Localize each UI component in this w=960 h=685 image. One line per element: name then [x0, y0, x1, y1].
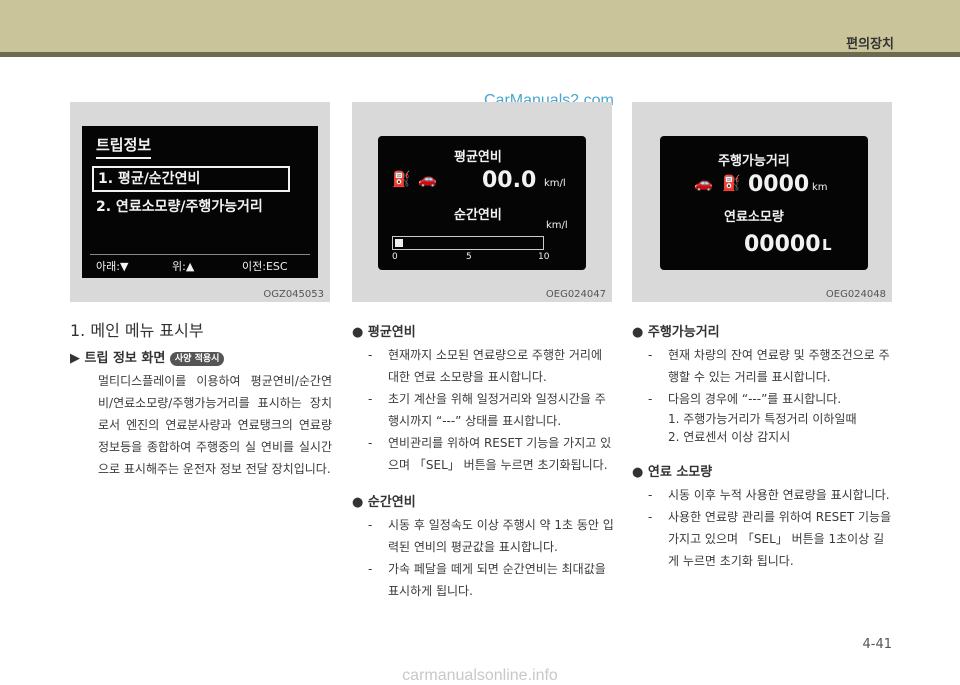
list-item: - 초기 계산을 위해 일정거리와 일정시간을 주행시까지 “---” 상태를 표…	[352, 388, 614, 432]
trip-menu-title: 트립정보	[96, 134, 152, 159]
sub-heading: ▶ 트립 정보 화면 사양 적용시	[70, 348, 332, 370]
list-item: - 시동 이후 누적 사용한 연료량을 표시합니다.	[632, 484, 894, 506]
left-column: 1. 메인 메뉴 표시부 ▶ 트립 정보 화면 사양 적용시 멀티디스플레이를 …	[70, 320, 332, 480]
range-value: 0000	[748, 172, 810, 197]
dash-mark: -	[368, 562, 373, 576]
avg-label: 평균연비	[454, 150, 502, 165]
inst-unit: km/l	[546, 220, 568, 231]
scale-10: 10	[538, 252, 550, 262]
main-heading: 1. 메인 메뉴 표시부	[70, 321, 204, 340]
list-item: - 가속 페달을 떼게 되면 순간연비는 최대값을 표시하게 됩니다.	[352, 558, 614, 602]
sub-list-item: 2. 연료센서 이상 감지시	[668, 430, 791, 444]
avg-unit: km/l	[544, 178, 566, 189]
footer-watermark: carmanualsonline.info	[402, 667, 558, 684]
fuel-unit: L	[822, 236, 832, 254]
avg-heading: ● 평균연비	[352, 322, 614, 344]
fuel-value: 00000	[744, 232, 821, 257]
figure-trip-menu: 트립정보 1. 평균/순간연비 2. 연료소모량/주행가능거리 아래:▼ 위:▲…	[70, 102, 330, 302]
fuel-heading: ● 연료 소모량	[632, 462, 894, 484]
list-item: - 다음의 경우에 “---”를 표시합니다.	[632, 388, 894, 410]
bullet-icon: ●	[632, 325, 644, 340]
list-item-text: 다음의 경우에 “---”를 표시합니다.	[668, 392, 842, 406]
list-item-text: 시동 후 일정속도 이상 주행시 약 1초 동안 입력된 연비의 평균값을 표시…	[388, 518, 614, 554]
list-item-text: 사용한 연료량 관리를 위하여 RESET 기능을 가지고 있으며 「SEL」 …	[668, 510, 892, 568]
trip-menu-screen: 트립정보 1. 평균/순간연비 2. 연료소모량/주행가능거리 아래:▼ 위:▲…	[82, 126, 318, 278]
nav-up-label: 위:▲	[172, 260, 195, 273]
trip-menu-item-fuel: 2. 연료소모량/주행가능거리	[96, 199, 263, 215]
range-screen: 주행가능거리 🚗 ⛽ 0000 km 연료소모량 00000 L	[660, 136, 868, 270]
dash-mark: -	[368, 348, 373, 362]
inst-label: 순간연비	[454, 208, 502, 223]
range-unit: km	[812, 182, 828, 193]
list-item: - 연비관리를 위하여 RESET 기능을 가지고 있으며 「SEL」 버튼을 누…	[352, 432, 614, 476]
figure-range: 주행가능거리 🚗 ⛽ 0000 km 연료소모량 00000 L OEG0240…	[632, 102, 892, 302]
gas-pump-icon: ⛽	[722, 174, 741, 192]
list-item-text: 연비관리를 위하여 RESET 기능을 가지고 있으며 「SEL」 버튼을 누르…	[388, 436, 612, 472]
list-item-text: 가속 페달을 떼게 되면 순간연비는 최대값을 표시하게 됩니다.	[388, 562, 606, 598]
figure-fuel-economy: 평균연비 ⛽ 🚗 00.0 km/l 순간연비 km/l 0 5 10 OEG0…	[352, 102, 612, 302]
fuel-heading-text: 연료 소모량	[647, 465, 713, 480]
list-item-text: 시동 이후 누적 사용한 연료량을 표시합니다.	[668, 488, 890, 502]
middle-column: ● 평균연비 - 현재까지 소모된 연료량으로 주행한 거리에 대한 연료 소모량…	[352, 320, 614, 602]
section-title: 편의장치	[846, 37, 894, 52]
range-heading: ● 주행가능거리	[632, 322, 894, 344]
option-badge: 사양 적용시	[169, 351, 225, 366]
figure-code: OGZ045053	[263, 289, 324, 300]
bullet-icon: ●	[352, 325, 364, 340]
dash-mark: -	[648, 392, 653, 406]
list-item: - 현재까지 소모된 연료량으로 주행한 거리에 대한 연료 소모량을 표시합니다…	[352, 344, 614, 388]
car-icon: 🚗	[694, 174, 713, 192]
inst-heading-text: 순간연비	[367, 495, 416, 510]
dash-mark: -	[368, 436, 373, 450]
inst-heading: ● 순간연비	[352, 492, 614, 514]
sub-list: 1. 주행가능거리가 특정거리 이하일때 2. 연료센서 이상 감지시	[632, 410, 894, 446]
intro-paragraph: 멀티디스플레이를 이용하여 평균연비/순간연비/연료소모량/주행가능거리를 표시…	[98, 374, 332, 476]
fuel-economy-screen: 평균연비 ⛽ 🚗 00.0 km/l 순간연비 km/l 0 5 10	[378, 136, 586, 270]
list-item-text: 초기 계산을 위해 일정거리와 일정시간을 주행시까지 “---” 상태를 표시…	[388, 392, 606, 428]
dash-mark: -	[648, 510, 653, 524]
list-item-text: 현재까지 소모된 연료량으로 주행한 거리에 대한 연료 소모량을 표시합니다.	[388, 348, 602, 384]
header-band	[0, 0, 960, 57]
inst-gauge-fill	[395, 239, 403, 247]
sub-heading-text: ▶ 트립 정보 화면	[70, 351, 166, 366]
avg-value: 00.0	[482, 168, 537, 193]
trip-menu-divider	[90, 254, 310, 255]
right-column: ● 주행가능거리 - 현재 차량의 잔여 연료량 및 주행조건으로 주행할 수 있…	[632, 320, 894, 572]
nav-prev-label: 이전:ESC	[242, 260, 288, 273]
scale-0: 0	[392, 252, 398, 262]
bullet-icon: ●	[632, 465, 644, 480]
avg-heading-text: 평균연비	[367, 325, 416, 340]
sub-list-item: 1. 주행가능거리가 특정거리 이하일때	[668, 412, 857, 426]
range-heading-text: 주행가능거리	[647, 325, 720, 340]
page-number: 4-41	[862, 637, 892, 652]
list-item: - 사용한 연료량 관리를 위하여 RESET 기능을 가지고 있으며 「SEL」…	[632, 506, 894, 572]
list-item-text: 현재 차량의 잔여 연료량 및 주행조건으로 주행할 수 있는 거리를 표시합니…	[668, 348, 890, 384]
header-stripe	[0, 52, 960, 57]
list-item: - 현재 차량의 잔여 연료량 및 주행조건으로 주행할 수 있는 거리를 표시합…	[632, 344, 894, 388]
inst-gauge	[392, 236, 544, 250]
dash-mark: -	[648, 348, 653, 362]
nav-down-label: 아래:▼	[96, 260, 129, 273]
figure-code: OEG024048	[825, 289, 886, 300]
bullet-icon: ●	[352, 495, 364, 510]
dash-mark: -	[368, 518, 373, 532]
fuel-label: 연료소모량	[724, 210, 784, 225]
trip-menu-item-avg: 1. 평균/순간연비	[92, 166, 290, 192]
scale-5: 5	[466, 252, 472, 262]
gas-pump-icon: ⛽	[392, 170, 411, 188]
car-icon: 🚗	[418, 170, 437, 188]
dash-mark: -	[368, 392, 373, 406]
figure-code: OEG024047	[545, 289, 606, 300]
list-item: - 시동 후 일정속도 이상 주행시 약 1초 동안 입력된 연비의 평균값을 표…	[352, 514, 614, 558]
range-label: 주행가능거리	[718, 154, 790, 169]
dash-mark: -	[648, 488, 653, 502]
